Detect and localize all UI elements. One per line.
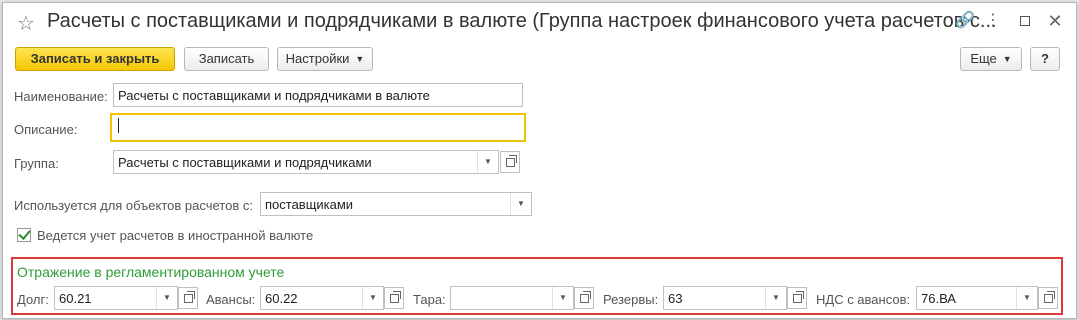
text-cursor xyxy=(118,118,119,133)
settings-button-label: Настройки xyxy=(285,51,350,66)
checkmark-icon xyxy=(18,227,31,240)
chevron-down-icon[interactable]: ▼ xyxy=(1016,287,1037,309)
advances-field[interactable]: 60.22 ▼ xyxy=(260,286,384,310)
chevron-down-icon[interactable]: ▼ xyxy=(552,287,573,309)
more-button-label: Еще xyxy=(970,51,997,66)
vat-advances-label: НДС с авансов: xyxy=(816,292,911,307)
advances-label: Авансы: xyxy=(206,292,256,307)
open-debt-button[interactable] xyxy=(178,287,198,309)
debt-label: Долг: xyxy=(17,292,49,307)
foreign-currency-checkbox[interactable] xyxy=(17,227,31,242)
used-for-value: поставщиками xyxy=(265,197,354,212)
open-tara-button[interactable] xyxy=(574,287,594,309)
window-title: Расчеты с поставщиками и подрядчиками в … xyxy=(47,10,997,32)
name-value: Расчеты с поставщиками и подрядчиками в … xyxy=(118,88,430,103)
close-icon[interactable]: ✕ xyxy=(1045,11,1065,31)
foreign-currency-label[interactable]: Ведется учет расчетов в иностранной валю… xyxy=(37,228,313,243)
vat-advances-field[interactable]: 76.ВА ▼ xyxy=(916,286,1038,310)
open-icon xyxy=(506,155,517,167)
open-icon xyxy=(580,291,591,303)
chevron-down-icon[interactable]: ▼ xyxy=(156,287,177,309)
save-button[interactable]: Записать xyxy=(184,47,269,71)
tara-label: Тара: xyxy=(413,292,446,307)
section-title: Отражение в регламентированном учете xyxy=(17,264,285,280)
advances-value: 60.22 xyxy=(265,291,298,306)
open-vat-advances-button[interactable] xyxy=(1038,287,1058,309)
more-button[interactable]: Еще ▼ xyxy=(960,47,1022,71)
used-for-field[interactable]: поставщиками ▼ xyxy=(260,192,532,216)
reserves-field[interactable]: 63 ▼ xyxy=(663,286,787,310)
open-icon xyxy=(1044,291,1055,303)
vat-advances-value: 76.ВА xyxy=(921,291,956,306)
description-field[interactable] xyxy=(110,113,526,142)
group-field[interactable]: Расчеты с поставщиками и подрядчиками ▼ xyxy=(113,150,499,174)
reserves-value: 63 xyxy=(668,291,683,306)
group-label: Группа: xyxy=(14,156,59,171)
chevron-down-icon[interactable]: ▼ xyxy=(765,287,786,309)
form-window: ☆ Расчеты с поставщиками и подрядчиками … xyxy=(2,2,1077,319)
chevron-down-icon[interactable]: ▼ xyxy=(477,151,498,173)
group-value: Расчеты с поставщиками и подрядчиками xyxy=(118,155,372,170)
chevron-down-icon[interactable]: ▼ xyxy=(510,193,531,215)
settings-button[interactable]: Настройки ▼ xyxy=(277,47,373,71)
chevron-down-icon: ▼ xyxy=(1002,54,1012,64)
favorite-star-icon[interactable]: ☆ xyxy=(17,11,35,36)
reserves-label: Резервы: xyxy=(603,292,659,307)
open-icon xyxy=(390,291,401,303)
chevron-down-icon[interactable]: ▼ xyxy=(362,287,383,309)
chevron-down-icon: ▼ xyxy=(355,54,365,64)
open-advances-button[interactable] xyxy=(384,287,404,309)
name-field[interactable]: Расчеты с поставщиками и подрядчиками в … xyxy=(113,83,523,107)
tara-field[interactable]: ▼ xyxy=(450,286,574,310)
description-label: Описание: xyxy=(14,122,78,137)
name-label: Наименование: xyxy=(14,89,108,104)
help-button[interactable]: ? xyxy=(1030,47,1060,71)
open-group-button[interactable] xyxy=(500,151,520,173)
open-reserves-button[interactable] xyxy=(787,287,807,309)
debt-value: 60.21 xyxy=(59,291,92,306)
open-icon xyxy=(184,291,195,303)
regulated-accounting-section: Отражение в регламентированном учете Дол… xyxy=(11,257,1063,315)
more-actions-icon[interactable]: ⋮ xyxy=(983,11,1003,31)
used-for-label: Используется для объектов расчетов с: xyxy=(14,198,253,213)
title-bar: ☆ Расчеты с поставщиками и подрядчиками … xyxy=(3,3,1076,41)
open-icon xyxy=(793,291,804,303)
save-and-close-button[interactable]: Записать и закрыть xyxy=(15,47,175,71)
link-icon[interactable]: 🔗 xyxy=(955,11,975,31)
maximize-icon[interactable] xyxy=(1015,11,1035,31)
debt-field[interactable]: 60.21 ▼ xyxy=(54,286,178,310)
